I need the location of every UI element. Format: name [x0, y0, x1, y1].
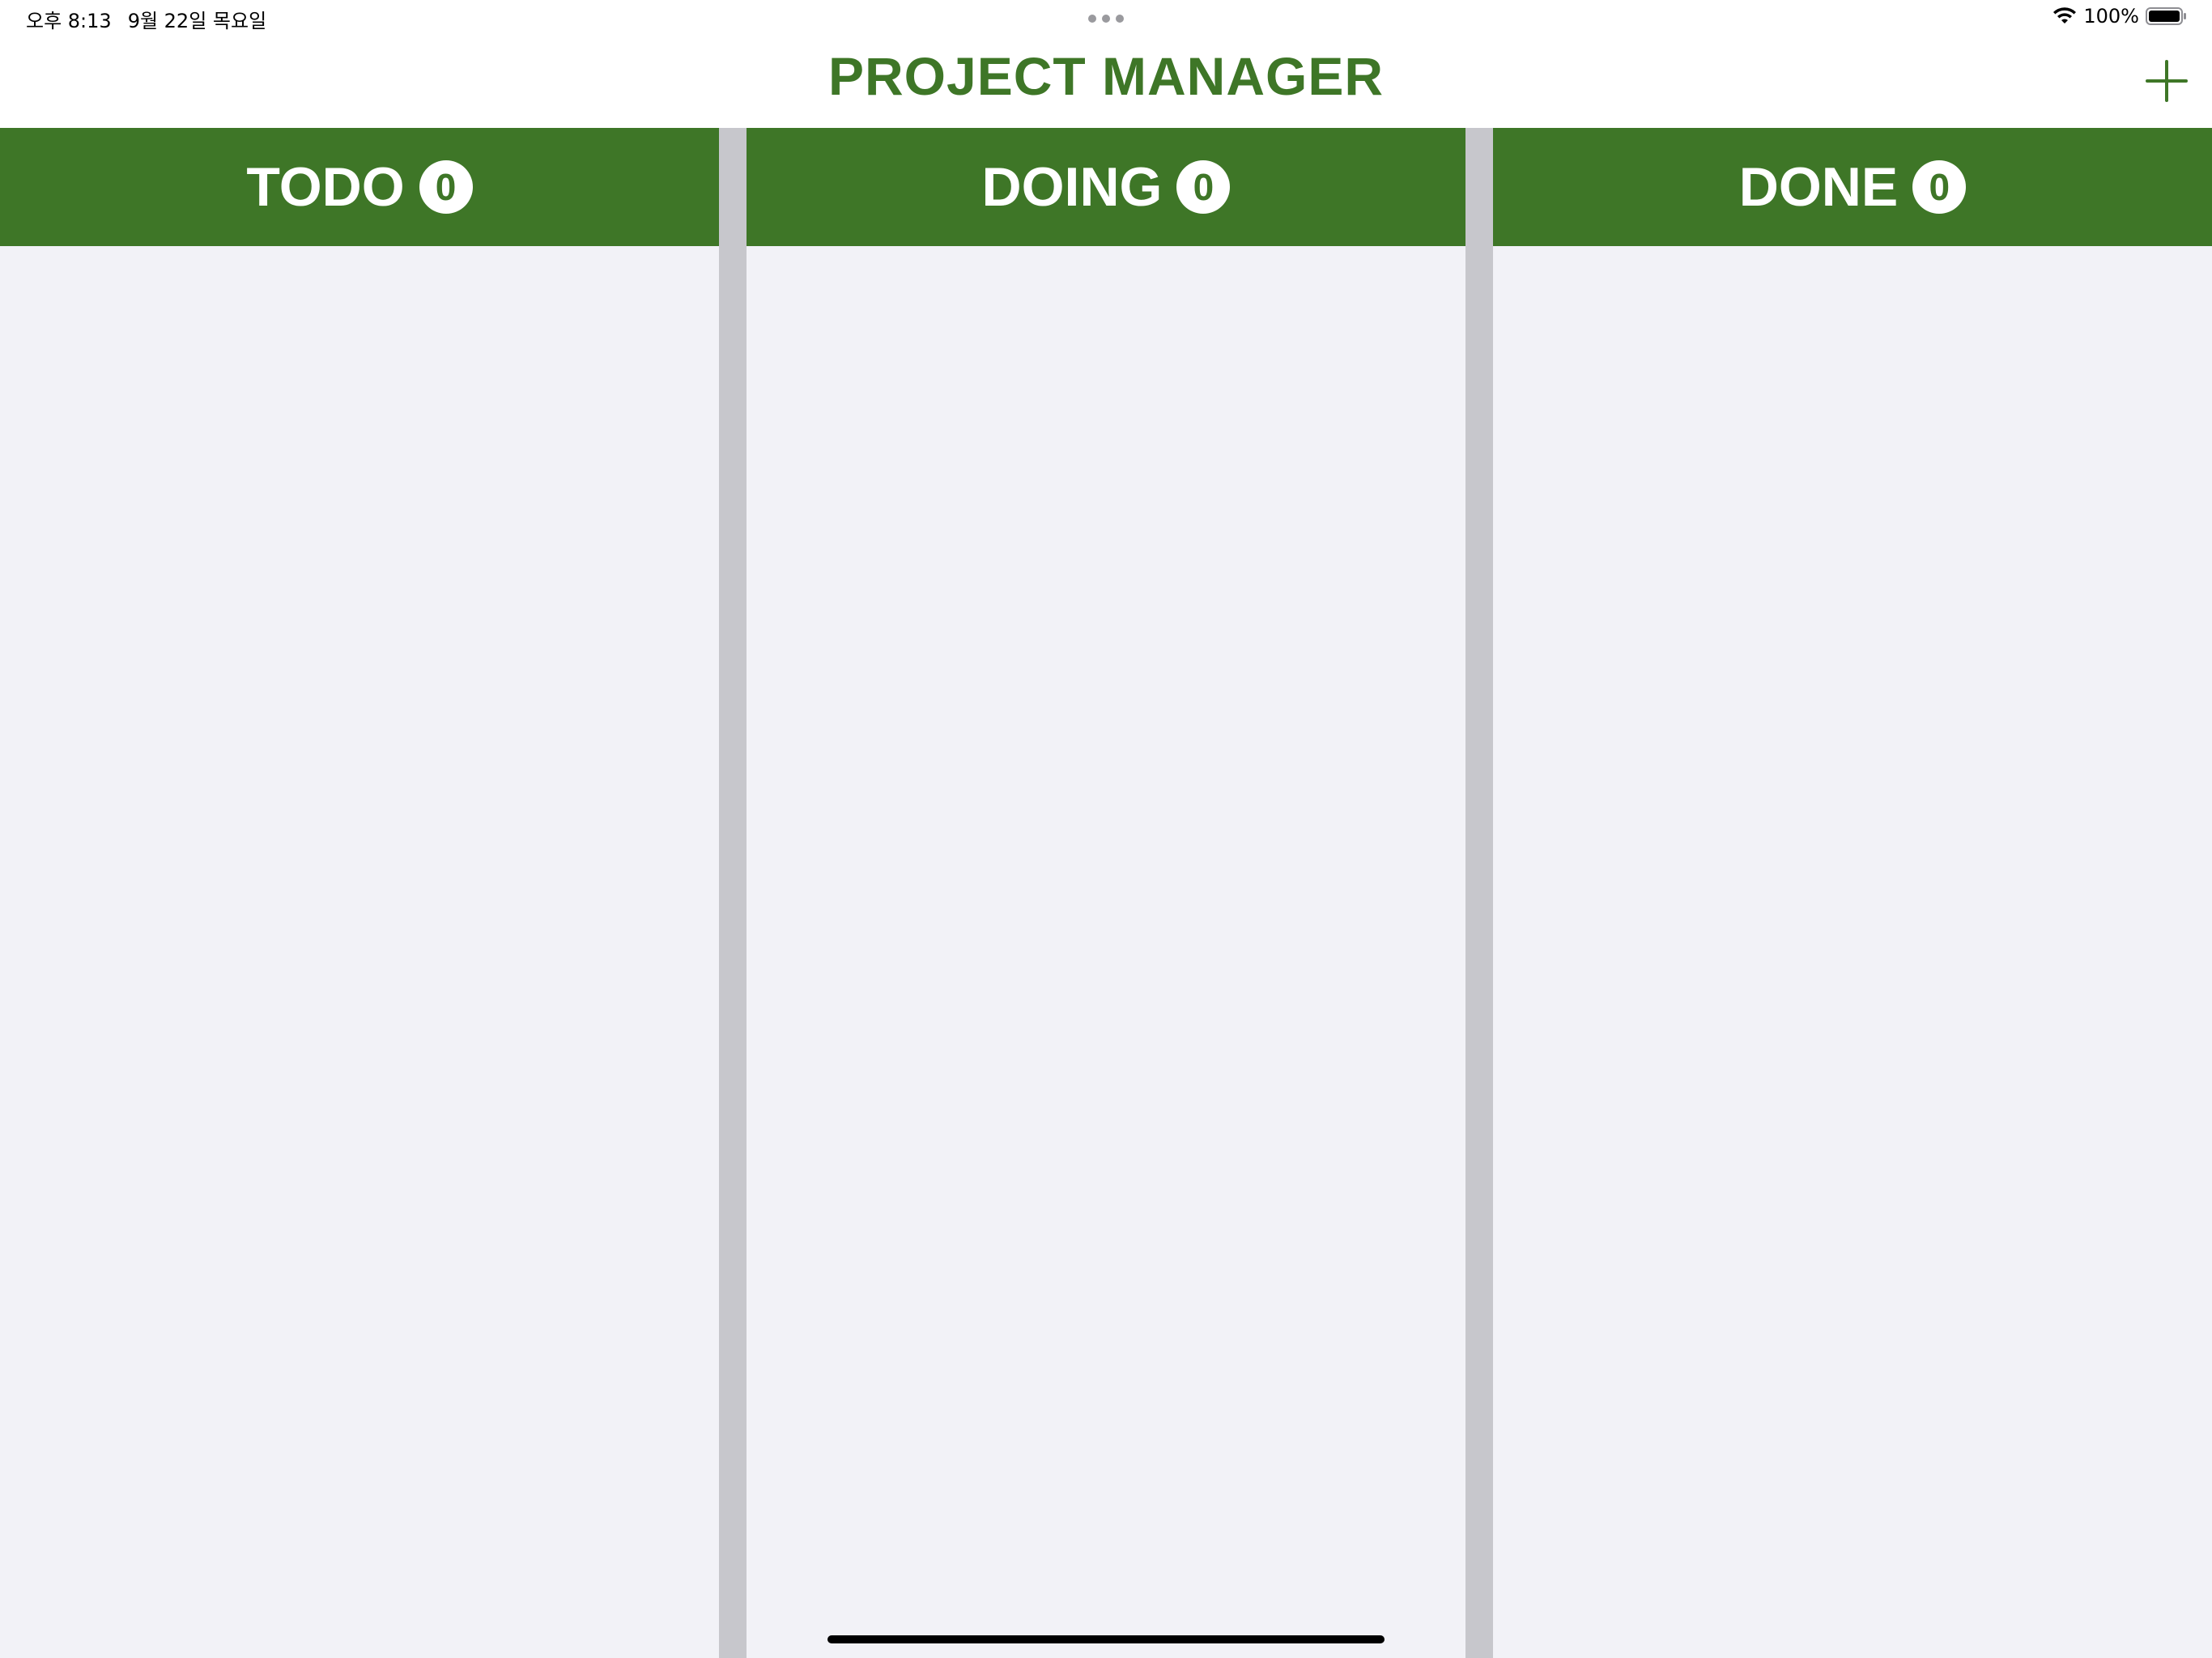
wifi-icon [2053, 7, 2077, 23]
count-badge-doing: 0 [1176, 160, 1231, 214]
battery-icon [2146, 7, 2186, 25]
task-list-doing[interactable] [747, 246, 1465, 1658]
status-datetime: 오후 8:13 9월 22일 목요일 [26, 5, 266, 33]
task-list-todo[interactable] [0, 246, 719, 1658]
column-title-done: DONE [1738, 156, 1899, 218]
status-indicators: 100% [2052, 5, 2188, 28]
status-time: 오후 8:13 [26, 10, 112, 32]
status-date: 9월 22일 목요일 [127, 10, 267, 32]
column-todo: TODO 0 [0, 128, 719, 1658]
task-list-done[interactable] [1493, 246, 2212, 1658]
navigation-bar: PROJECT MANAGER [0, 36, 2212, 128]
column-header-todo: TODO 0 [0, 128, 719, 246]
kanban-board: TODO 0 DOING 0 DONE 0 [0, 128, 2212, 1658]
status-bar: 오후 8:13 9월 22일 목요일 100% [0, 0, 2212, 36]
count-badge-todo: 0 [419, 160, 473, 214]
column-title-todo: TODO [246, 156, 405, 218]
column-doing: DOING 0 [747, 128, 1465, 1658]
plus-icon [2146, 60, 2188, 102]
add-button[interactable] [2142, 57, 2191, 105]
battery-percent: 100% [2083, 5, 2139, 28]
column-header-done: DONE 0 [1493, 128, 2212, 246]
count-badge-done: 0 [1912, 160, 1967, 214]
column-done: DONE 0 [1493, 128, 2212, 1658]
column-title-doing: DOING [981, 156, 1163, 218]
app-screen: 오후 8:13 9월 22일 목요일 100% PROJECT MANAGER [0, 0, 2212, 1658]
home-indicator[interactable] [827, 1635, 1385, 1643]
multitasking-menu-icon[interactable] [1088, 15, 1124, 23]
page-title: PROJECT MANAGER [827, 46, 1385, 106]
column-header-doing: DOING 0 [747, 128, 1465, 246]
